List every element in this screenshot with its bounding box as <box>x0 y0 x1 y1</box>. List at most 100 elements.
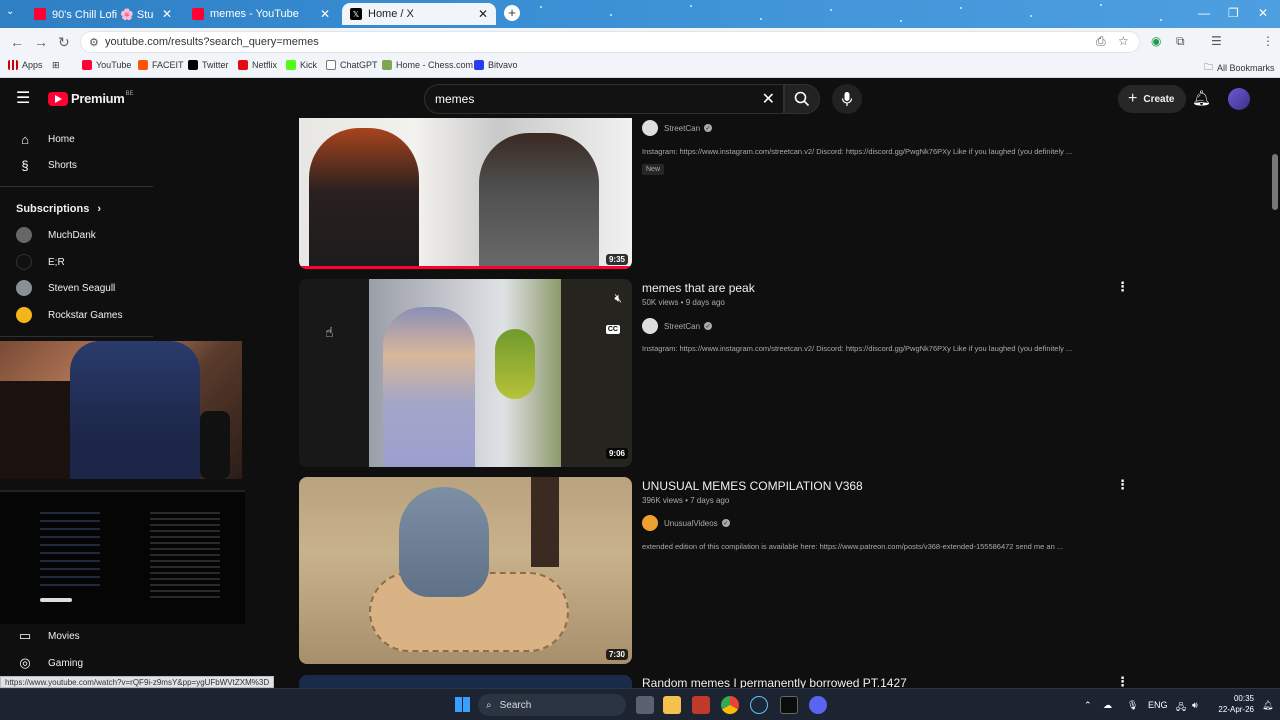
sidebar-item-label: MuchDank <box>48 229 96 241</box>
volume-icon[interactable]: 🔊︎ <box>1192 700 1198 711</box>
close-icon[interactable]: ✕ <box>162 7 172 21</box>
file-explorer-icon[interactable] <box>663 696 681 714</box>
maximize-button[interactable]: ❐ <box>1228 6 1239 20</box>
bookmark-faceit[interactable]: FACEIT <box>138 60 184 70</box>
tab-label: 90's Chill Lofi 🌸 Study Music L <box>52 8 154 21</box>
notification-icon[interactable]: 🔔︎ <box>1262 700 1273 711</box>
webcam-overlay <box>0 341 242 479</box>
apps-grid-icon <box>8 60 18 70</box>
sidebar-item-muchdank[interactable]: MuchDank <box>16 224 96 246</box>
bookmark-youtube[interactable]: YouTube <box>82 60 131 70</box>
sidebar-item-er[interactable]: E;R <box>16 251 65 273</box>
video-title[interactable]: memes that are peak <box>642 281 755 295</box>
video-thumbnail[interactable]: 9:35 <box>299 118 632 269</box>
bookmark-star-icon[interactable]: ☆ <box>1118 34 1129 48</box>
account-avatar[interactable] <box>1228 88 1250 110</box>
menu-icon[interactable]: ⋮ <box>1262 34 1274 48</box>
more-options-icon[interactable]: ⋮ <box>1116 279 1129 295</box>
forward-icon[interactable]: → <box>34 34 48 50</box>
onedrive-icon[interactable]: ☁ <box>1103 700 1112 711</box>
minimize-button[interactable]: — <box>1198 6 1210 20</box>
logo-text: Premium <box>71 91 125 106</box>
video-thumbnail[interactable]: 7:30 <box>299 477 632 664</box>
sidebar-item-shorts[interactable]: § Shorts <box>16 154 77 176</box>
scrollbar-thumb[interactable] <box>1272 154 1278 210</box>
sidebar-item-home[interactable]: ⌂ Home <box>16 128 75 150</box>
bookmark-label: Kick <box>300 60 318 70</box>
tab-home-x[interactable]: 𝕏 Home / X ✕ <box>342 3 496 25</box>
close-icon[interactable]: ✕ <box>320 7 330 21</box>
system-clock[interactable]: 00:35 22-Apr-26 <box>1214 693 1254 715</box>
channel-avatar <box>16 307 32 323</box>
channel-link[interactable]: UnusualVideos ✓ <box>642 515 730 531</box>
verified-icon: ✓ <box>704 322 713 330</box>
home-icon: ⌂ <box>21 131 29 147</box>
notifications-bell-icon[interactable]: 🔔︎ <box>1192 89 1211 107</box>
task-view-icon[interactable] <box>636 696 654 714</box>
tab-lofi[interactable]: 90's Chill Lofi 🌸 Study Music L ✕ <box>26 3 180 25</box>
taskbar-search[interactable]: ⌕ Search <box>478 694 626 716</box>
all-bookmarks[interactable]: 🗀 All Bookmarks <box>1204 60 1275 76</box>
mouse-cursor-icon: ☝ <box>325 324 334 340</box>
extension-icon[interactable]: ◉ <box>1151 34 1161 48</box>
video-thumbnail[interactable] <box>299 675 632 688</box>
search-button[interactable] <box>784 84 820 114</box>
discord-icon[interactable] <box>809 696 827 714</box>
bookmark-bitvavo[interactable]: Bitvavo <box>474 60 518 70</box>
chrome-icon[interactable] <box>721 696 739 714</box>
omnibox[interactable]: ⚙ youtube.com/results?search_query=memes <box>80 31 1140 53</box>
microphone-icon[interactable]: 🎙︎ <box>1127 700 1138 711</box>
voice-search-button[interactable] <box>832 84 862 114</box>
more-options-icon[interactable]: ⋮ <box>1116 477 1129 493</box>
sidebar-item-gaming[interactable]: ◎ Gaming <box>16 652 83 674</box>
steam-icon[interactable] <box>750 696 768 714</box>
search-query: memes <box>435 92 475 106</box>
sidebar-item-steven-seagull[interactable]: Steven Seagull <box>16 277 115 299</box>
puzzle-icon[interactable]: ⧉ <box>1176 34 1185 49</box>
video-thumbnail[interactable]: 🔇︎ CC 9:06 <box>299 279 632 467</box>
bookmark-chess[interactable]: Home - Chess.com <box>382 60 473 70</box>
taskbar-search-label: Search <box>499 699 532 711</box>
windows-start-icon[interactable] <box>455 697 470 712</box>
bookmark-apps[interactable]: Apps <box>8 60 43 70</box>
search-input[interactable]: memes ✕ <box>424 84 784 114</box>
close-icon[interactable]: ✕ <box>478 7 488 21</box>
cc-icon[interactable]: CC <box>605 325 620 334</box>
reload-icon[interactable]: ↻ <box>58 34 70 51</box>
language-indicator[interactable]: ENG <box>1148 700 1168 710</box>
install-icon[interactable]: ⎙ <box>1096 34 1106 49</box>
tray-chevron-icon[interactable]: ⌃ <box>1084 700 1092 711</box>
youtube-logo[interactable]: Premium BE <box>48 91 134 106</box>
youtube-icon <box>34 8 46 20</box>
terminal-icon[interactable] <box>780 696 798 714</box>
sidebar-subscriptions-header[interactable]: Subscriptions › <box>16 198 101 220</box>
bookmark-kick[interactable]: Kick <box>286 60 317 70</box>
site-info-icon[interactable]: ⚙ <box>89 36 99 49</box>
channel-link[interactable]: StreetCan ✓ <box>642 120 713 136</box>
video-title[interactable]: UNUSUAL MEMES COMPILATION V368 <box>642 479 863 493</box>
network-icon[interactable]: 🖧︎ <box>1176 700 1186 716</box>
tab-search-icon[interactable]: ⌄ <box>6 6 14 17</box>
hamburger-menu-icon[interactable]: ☰ <box>16 88 30 108</box>
bookmark-netflix[interactable]: Netflix <box>238 60 277 70</box>
bookmark-twitter[interactable]: Twitter <box>188 60 229 70</box>
channel-link[interactable]: StreetCan ✓ <box>642 318 713 334</box>
back-icon[interactable]: ← <box>10 34 24 50</box>
new-tab-button[interactable]: + <box>504 5 520 21</box>
movies-icon: ▭ <box>18 628 32 643</box>
channel-name: StreetCan <box>664 123 701 133</box>
tab-memes-youtube[interactable]: memes - YouTube ✕ <box>184 3 338 25</box>
tab-label: memes - YouTube <box>210 8 299 20</box>
bitvavo-icon <box>474 60 484 70</box>
media-icon[interactable]: ☰ <box>1211 34 1222 48</box>
bookmark-chatgpt[interactable]: ChatGPT <box>326 60 378 70</box>
sidebar-item-movies[interactable]: ▭ Movies <box>16 625 80 647</box>
voice-app-icon[interactable] <box>692 696 710 714</box>
bookmark-grid[interactable]: ⊞ <box>52 60 60 71</box>
create-button[interactable]: + Create <box>1118 85 1187 113</box>
sidebar-item-rockstar-games[interactable]: Rockstar Games <box>16 304 122 326</box>
scrollbar[interactable] <box>1270 118 1280 688</box>
clear-search-icon[interactable]: ✕ <box>762 89 775 109</box>
close-window-button[interactable]: ✕ <box>1258 6 1268 20</box>
mute-icon[interactable]: 🔇︎ <box>614 291 622 306</box>
